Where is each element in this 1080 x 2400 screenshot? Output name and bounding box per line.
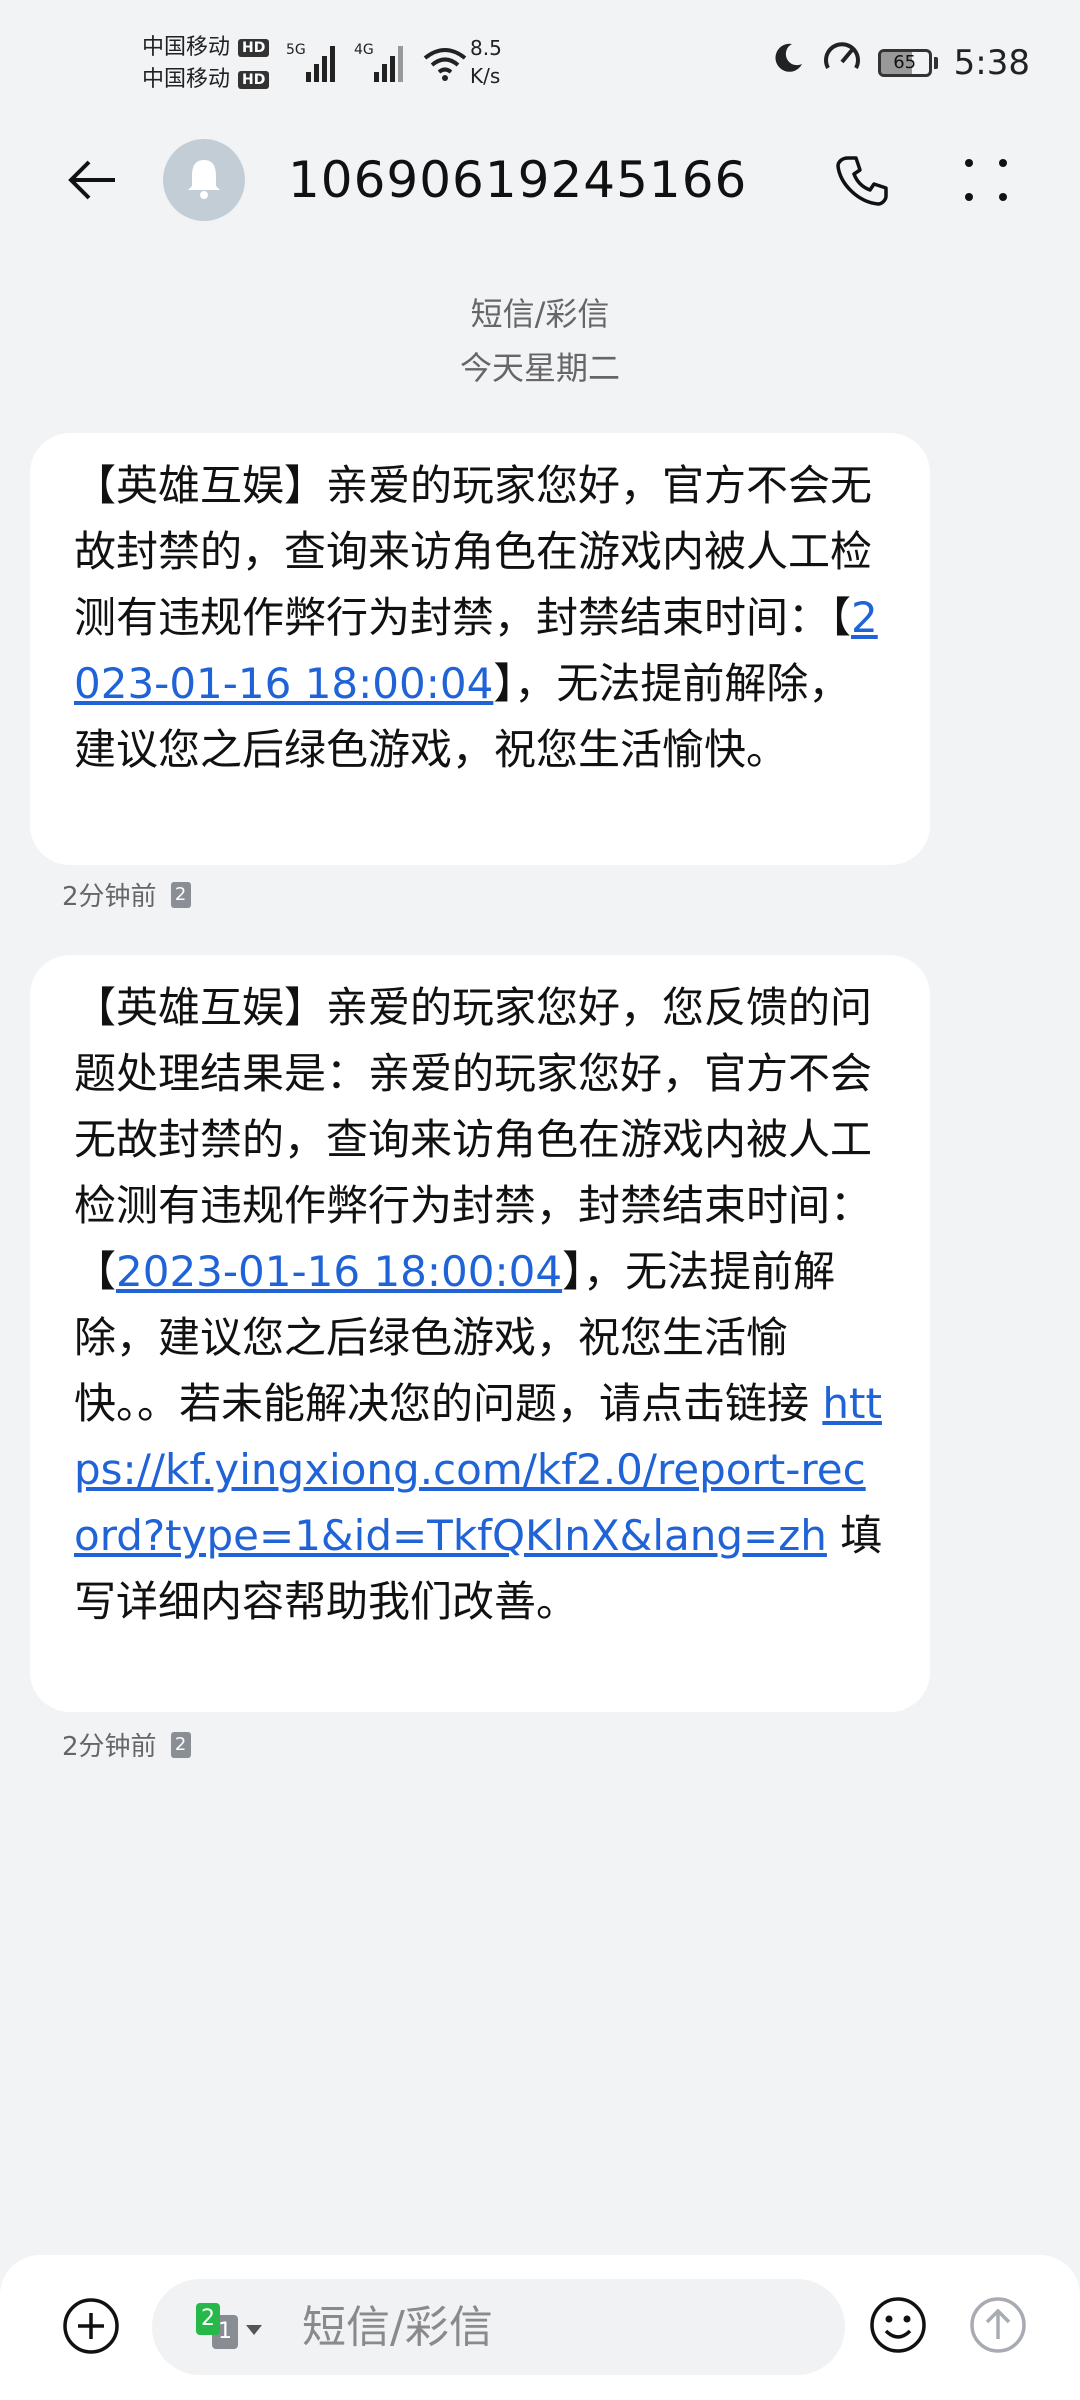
sim-card-icon: 2 xyxy=(170,1731,191,1758)
emoji-button[interactable] xyxy=(868,2295,928,2355)
conversation-type-label: 短信/彩信 xyxy=(470,295,610,333)
conversation-header: 10690619245166 xyxy=(0,130,1080,240)
more-options-button[interactable] xyxy=(954,150,1018,214)
signal-4g-icon: 4G xyxy=(354,40,410,88)
carrier-info: 中国移动 HD 中国移动 HD xyxy=(142,32,270,96)
speedometer-icon xyxy=(822,40,862,85)
network-speed-unit: K/s xyxy=(470,64,501,88)
smiley-icon xyxy=(868,2297,928,2359)
conversation-date-label: 今天星期二 xyxy=(459,349,620,387)
moon-icon xyxy=(770,40,806,85)
sim-front-label: 2 xyxy=(196,2303,220,2335)
svg-text:4G: 4G xyxy=(354,42,374,58)
dual-sim-icon: 1 2 xyxy=(196,2303,240,2351)
wifi-icon xyxy=(422,44,468,88)
message-bubble[interactable]: 【英雄互娱】亲爱的玩家您好，您反馈的问题处理结果是：亲爱的玩家您好，官方不会无故… xyxy=(30,955,930,1712)
message-date-link[interactable]: 2023-01-16 18:00:04 xyxy=(116,1247,562,1296)
clock-time: 5:38 xyxy=(953,42,1030,83)
message-input[interactable] xyxy=(302,2279,822,2375)
call-button[interactable] xyxy=(830,150,894,214)
send-up-arrow-icon xyxy=(968,2297,1028,2359)
hd-badge: HD xyxy=(238,71,270,89)
sim-card-icon: 2 xyxy=(170,881,191,908)
message-text: 【英雄互娱】亲爱的玩家您好，官方不会无故封禁的，查询来访角色在游戏内被人工检测有… xyxy=(74,461,873,642)
contact-number[interactable]: 10690619245166 xyxy=(288,148,747,212)
message-bubble[interactable]: 【英雄互娱】亲爱的玩家您好，官方不会无故封禁的，查询来访角色在游戏内被人工检测有… xyxy=(30,433,930,865)
svg-text:5G: 5G xyxy=(286,42,306,58)
chevron-down-icon xyxy=(246,2325,262,2335)
back-arrow-icon xyxy=(67,160,117,204)
back-button[interactable] xyxy=(60,150,124,214)
plus-circle-icon xyxy=(62,2298,120,2359)
status-bar: 中国移动 HD 中国移动 HD 5G 4G 8.5 K/s 65 5:38 xyxy=(0,0,1080,130)
phone-icon xyxy=(836,154,888,210)
sim-switch-button[interactable]: 1 2 xyxy=(196,2303,262,2351)
message-meta: 2分钟前 2 xyxy=(62,1726,191,1763)
message-timestamp: 2分钟前 xyxy=(62,1732,157,1762)
hd-badge: HD xyxy=(238,39,270,57)
composer-bar: 1 2 xyxy=(0,2255,1080,2400)
carrier-2-label: 中国移动 xyxy=(142,67,231,92)
network-speed-value: 8.5 xyxy=(470,36,502,60)
more-dots-icon xyxy=(963,157,1009,207)
send-button[interactable] xyxy=(968,2295,1028,2355)
contact-avatar[interactable] xyxy=(163,139,245,221)
status-right: 65 5:38 xyxy=(770,40,1030,85)
add-attachment-button[interactable] xyxy=(62,2297,120,2355)
signal-indicators: 5G 4G xyxy=(286,40,468,88)
message-meta: 2分钟前 2 xyxy=(62,876,191,913)
battery-level: 65 xyxy=(893,51,917,73)
carrier-1-label: 中国移动 xyxy=(142,35,231,60)
message-timestamp: 2分钟前 xyxy=(62,882,157,912)
battery-indicator: 65 xyxy=(877,48,938,77)
bell-icon xyxy=(184,156,224,204)
network-speed: 8.5 K/s xyxy=(470,34,502,90)
message-input-container: 1 2 xyxy=(152,2279,845,2375)
signal-5g-icon: 5G xyxy=(286,40,342,88)
